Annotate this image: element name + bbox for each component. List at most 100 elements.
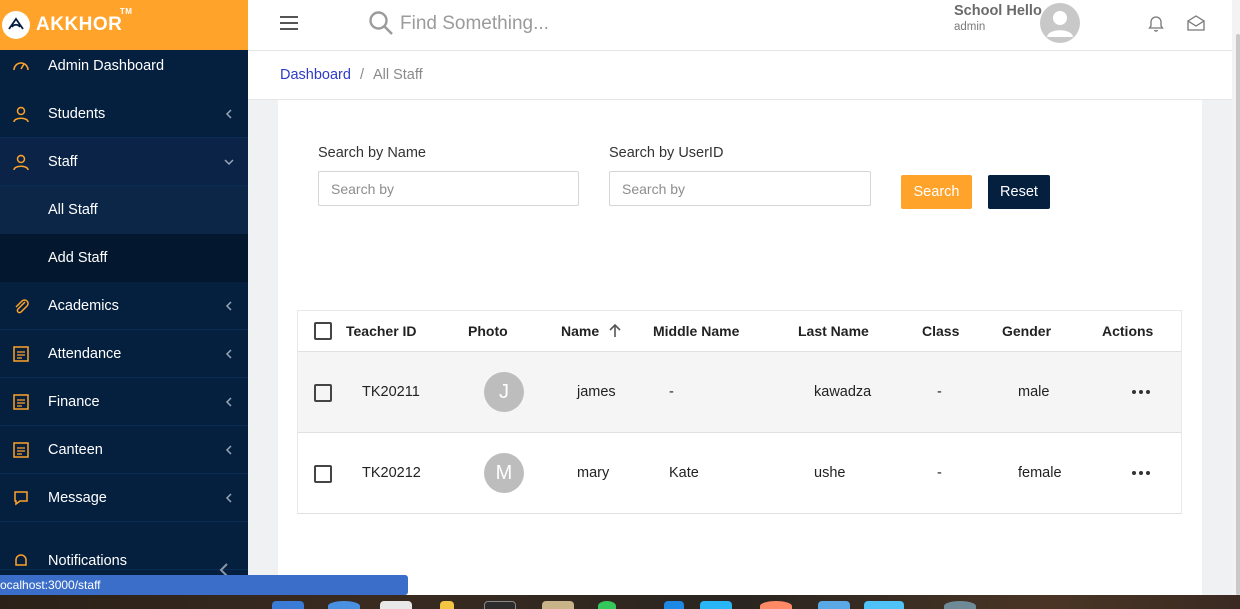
list-icon bbox=[10, 439, 32, 461]
cell-class: - bbox=[937, 465, 942, 481]
sidebar-item-label: Finance bbox=[48, 393, 100, 410]
dock-app-icon[interactable] bbox=[818, 601, 850, 609]
select-all-checkbox[interactable] bbox=[314, 322, 332, 340]
list-icon bbox=[10, 391, 32, 413]
sidebar-item-label: Notifications bbox=[48, 552, 127, 569]
sidebar-item-label: Academics bbox=[48, 297, 119, 314]
top-header: School Hello admin bbox=[248, 0, 1232, 51]
cell-gender: male bbox=[1018, 384, 1050, 400]
bell-icon bbox=[10, 550, 32, 572]
dock-app-icon[interactable] bbox=[272, 601, 304, 609]
dock-app-icon[interactable] bbox=[484, 601, 516, 609]
cell-last-name: kawadza bbox=[814, 384, 872, 400]
cell-gender: female bbox=[1018, 465, 1062, 481]
column-header-photo: Photo bbox=[468, 323, 508, 339]
sidebar-item-label: Students bbox=[48, 105, 106, 122]
chevron-left-icon bbox=[224, 492, 234, 503]
search-name-label: Search by Name bbox=[318, 145, 426, 161]
dock-app-icon[interactable] bbox=[598, 601, 616, 609]
dock-app-icon[interactable] bbox=[760, 601, 792, 609]
column-header-last-name[interactable]: Last Name bbox=[798, 323, 869, 339]
sidebar-item-notifications[interactable]: Notifications bbox=[0, 522, 248, 570]
chevron-left-icon bbox=[224, 444, 234, 455]
cell-class: - bbox=[937, 384, 942, 400]
sidebar-item-academics[interactable]: Academics bbox=[0, 282, 248, 330]
search-userid-label: Search by UserID bbox=[609, 145, 724, 161]
column-header-name-label: Name bbox=[561, 323, 600, 339]
sidebar-item-canteen[interactable]: Canteen bbox=[0, 426, 248, 474]
user-role: admin bbox=[954, 21, 986, 33]
global-search-input[interactable] bbox=[400, 10, 700, 38]
column-header-name[interactable]: Name bbox=[561, 323, 621, 341]
row-actions-more-icon[interactable] bbox=[1132, 390, 1150, 394]
column-header-class[interactable]: Class bbox=[922, 323, 959, 339]
desktop-dock bbox=[0, 595, 1240, 609]
column-header-middle-name[interactable]: Middle Name bbox=[653, 323, 739, 339]
search-icon[interactable] bbox=[368, 10, 394, 41]
browser-status-url: ocalhost:3000/staff bbox=[0, 575, 408, 595]
dock-app-icon[interactable] bbox=[440, 601, 454, 609]
dock-app-icon[interactable] bbox=[944, 601, 976, 609]
sidebar-item-staff[interactable]: Staff bbox=[0, 138, 248, 186]
table-row[interactable]: TK20212 M mary Kate ushe - female bbox=[298, 433, 1181, 514]
sidebar-item-label: Message bbox=[48, 489, 107, 506]
page-scrollbar-thumb[interactable] bbox=[1236, 34, 1240, 595]
dashboard-gauge-icon bbox=[10, 55, 32, 77]
cell-name: mary bbox=[577, 465, 610, 481]
sidebar-subitem-label: All Staff bbox=[48, 202, 98, 218]
staff-photo-avatar: J bbox=[484, 372, 524, 412]
sidebar-item-admin-dashboard[interactable]: Admin Dashboard bbox=[0, 42, 248, 90]
sidebar-subitem-add-staff[interactable]: Add Staff bbox=[0, 234, 248, 282]
dock-app-icon[interactable] bbox=[864, 601, 904, 609]
cell-teacher-id: TK20212 bbox=[362, 465, 421, 481]
chevron-left-icon bbox=[224, 108, 234, 119]
chevron-left-icon bbox=[224, 396, 234, 407]
cell-middle-name: - bbox=[669, 384, 674, 400]
sidebar-subitem-all-staff[interactable]: All Staff bbox=[0, 186, 248, 234]
sidebar-item-label: Canteen bbox=[48, 441, 103, 458]
dock-app-icon[interactable] bbox=[700, 601, 732, 609]
mail-icon[interactable] bbox=[1186, 14, 1206, 37]
chevron-left-icon bbox=[224, 300, 234, 311]
list-icon bbox=[10, 343, 32, 365]
reset-button[interactable]: Reset bbox=[988, 175, 1050, 209]
chat-icon bbox=[10, 487, 32, 509]
brand-name: AKKHOR TM bbox=[36, 7, 133, 35]
sidebar-item-finance[interactable]: Finance bbox=[0, 378, 248, 426]
sort-ascending-icon[interactable] bbox=[609, 323, 621, 341]
breadcrumb-current: All Staff bbox=[372, 67, 423, 83]
search-userid-input[interactable] bbox=[609, 171, 871, 206]
staff-icon bbox=[10, 151, 32, 173]
students-icon bbox=[10, 103, 32, 125]
user-name: School Hello bbox=[954, 3, 1042, 19]
search-button[interactable]: Search bbox=[901, 175, 972, 209]
table-header-row: Teacher ID Photo Name Middle Name Last N… bbox=[298, 311, 1181, 352]
row-checkbox[interactable] bbox=[314, 465, 332, 483]
paperclip-icon bbox=[10, 295, 32, 317]
brand-logo-icon bbox=[2, 11, 30, 39]
trademark: TM bbox=[119, 7, 133, 16]
dock-app-icon[interactable] bbox=[328, 601, 360, 609]
breadcrumb-separator: / bbox=[359, 67, 364, 83]
dock-app-icon[interactable] bbox=[542, 601, 574, 609]
staff-table: Teacher ID Photo Name Middle Name Last N… bbox=[297, 310, 1182, 514]
chevron-left-icon bbox=[224, 348, 234, 359]
column-header-teacher-id[interactable]: Teacher ID bbox=[346, 323, 417, 339]
hamburger-menu-icon[interactable] bbox=[278, 14, 300, 36]
sidebar-item-label: Staff bbox=[48, 153, 78, 170]
sidebar-item-label: Admin Dashboard bbox=[48, 58, 165, 74]
search-name-input[interactable] bbox=[318, 171, 579, 206]
row-checkbox[interactable] bbox=[314, 384, 332, 402]
sidebar-item-students[interactable]: Students bbox=[0, 90, 248, 138]
breadcrumb-dashboard-link[interactable]: Dashboard bbox=[280, 67, 351, 83]
column-header-gender[interactable]: Gender bbox=[1002, 323, 1051, 339]
notification-bell-icon[interactable] bbox=[1148, 14, 1164, 37]
dock-app-icon[interactable] bbox=[664, 601, 684, 609]
row-actions-more-icon[interactable] bbox=[1132, 471, 1150, 475]
staff-photo-avatar: M bbox=[484, 453, 524, 493]
sidebar-item-message[interactable]: Message bbox=[0, 474, 248, 522]
user-avatar[interactable] bbox=[1040, 3, 1080, 43]
dock-app-icon[interactable] bbox=[380, 601, 412, 609]
sidebar-item-attendance[interactable]: Attendance bbox=[0, 330, 248, 378]
table-row[interactable]: TK20211 J james - kawadza - male bbox=[298, 352, 1181, 433]
